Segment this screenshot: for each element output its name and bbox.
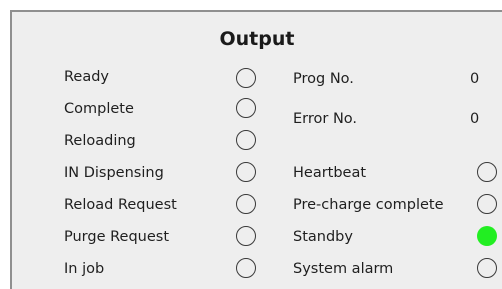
signal-label-complete: Complete [64, 101, 134, 117]
signal-lamp-reload-request [236, 194, 256, 214]
signal-lamp-heartbeat [477, 162, 497, 182]
signal-lamp-complete [236, 98, 256, 118]
error-no-value: 0 [470, 111, 480, 127]
panel-title: Output [219, 28, 295, 50]
signal-label-system-alarm: System alarm [293, 261, 394, 277]
signal-lamp-in-dispensing [236, 162, 256, 182]
signal-lamp-reloading [236, 130, 256, 150]
signal-label-in-job: In job [64, 261, 105, 277]
signal-lamp-in-job [236, 258, 256, 278]
signal-label-reloading: Reloading [64, 133, 136, 149]
signal-lamp-standby [477, 226, 497, 246]
signal-lamp-pre-charge-complete [477, 194, 497, 214]
signal-label-ready: Ready [64, 69, 110, 85]
output-panel: Output Ready Complete Reloading IN Dispe… [10, 10, 502, 289]
signal-label-purge-request: Purge Request [64, 229, 170, 245]
signal-label-heartbeat: Heartbeat [293, 165, 367, 181]
signal-label-pre-charge-complete: Pre-charge complete [293, 197, 444, 213]
signal-lamp-purge-request [236, 226, 256, 246]
signal-lamp-system-alarm [477, 258, 497, 278]
prog-no-value: 0 [470, 71, 480, 87]
error-no-label: Error No. [293, 111, 358, 127]
signal-lamp-ready [236, 68, 256, 88]
prog-no-label: Prog No. [293, 71, 354, 87]
signal-label-reload-request: Reload Request [64, 197, 177, 213]
signal-label-standby: Standby [293, 229, 353, 245]
signal-label-in-dispensing: IN Dispensing [64, 165, 164, 181]
